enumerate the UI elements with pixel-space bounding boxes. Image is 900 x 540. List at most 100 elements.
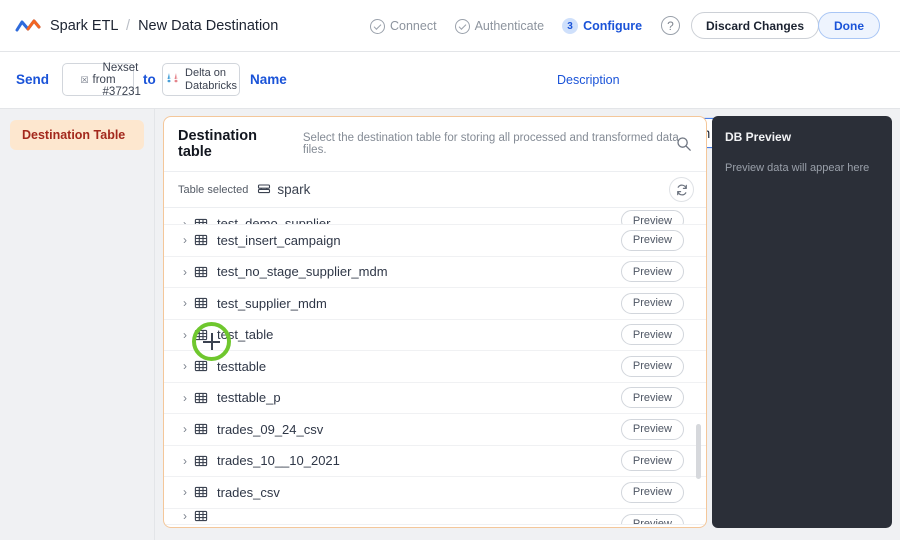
table-row-name: testtable_p bbox=[217, 390, 281, 406]
table-grid-icon bbox=[194, 485, 208, 499]
breadcrumb-current: New Data Destination bbox=[138, 17, 279, 34]
db-preview-empty-text: Preview data will appear here bbox=[725, 162, 870, 174]
table-row[interactable]: › Preview bbox=[164, 509, 706, 525]
table-row[interactable]: › trades_csv Preview bbox=[164, 477, 706, 509]
table-selected-value: spark bbox=[277, 182, 311, 197]
chevron-right-icon[interactable]: › bbox=[178, 454, 192, 468]
preview-button[interactable]: Preview bbox=[620, 418, 684, 440]
destination-chip-text: Delta on Databricks bbox=[185, 67, 237, 92]
table-grid-icon bbox=[194, 454, 208, 468]
table-row[interactable]: › trades_09_24_csv Preview bbox=[164, 414, 706, 446]
chevron-right-icon[interactable]: › bbox=[178, 296, 192, 310]
table-list[interactable]: › test_demo_supplier Preview › test_insert_c… bbox=[164, 208, 706, 527]
preview-button[interactable]: Preview bbox=[620, 481, 684, 503]
page-title: Destination table bbox=[178, 128, 257, 160]
destination-table-panel: Destination table Select the destination… bbox=[163, 116, 707, 528]
table-grid-icon bbox=[194, 391, 208, 405]
step-configure-label: Configure bbox=[583, 19, 643, 33]
panel-subtitle: Select the destination table for storing… bbox=[302, 132, 679, 156]
table-row-name: test_insert_campaign bbox=[217, 232, 341, 248]
discard-changes-button[interactable]: Discard Changes bbox=[691, 12, 820, 39]
table-row-name: test_supplier_mdm bbox=[217, 295, 327, 311]
destination-delta-chip[interactable]: Delta on Databricks bbox=[162, 63, 240, 96]
table-row-name: test_no_stage_supplier_mdm bbox=[217, 264, 388, 280]
table-grid-icon bbox=[194, 509, 208, 523]
table-row[interactable]: › test_supplier_mdm Preview bbox=[164, 288, 706, 320]
step-indicator: Connect Authenticate 3 Configure bbox=[370, 0, 642, 52]
table-row-name: test_demo_supplier bbox=[217, 216, 331, 225]
db-preview-title: DB Preview bbox=[725, 130, 792, 144]
chevron-right-icon[interactable]: › bbox=[178, 265, 192, 279]
step-number-badge: 3 bbox=[562, 18, 579, 34]
preview-button[interactable]: Preview bbox=[620, 292, 684, 314]
table-row[interactable]: › testtable Preview bbox=[164, 351, 706, 383]
flow-config-bar: Send ☒ Nexset from #37231 to Delta on Da… bbox=[0, 52, 900, 148]
step-connect-label: Connect bbox=[390, 19, 437, 33]
refresh-icon[interactable] bbox=[669, 177, 694, 202]
delta-databricks-icon bbox=[165, 70, 181, 90]
step-authenticate-label: Authenticate bbox=[474, 19, 545, 33]
table-row[interactable]: › test_no_stage_supplier_mdm Preview bbox=[164, 257, 706, 288]
vertical-scrollbar-thumb[interactable] bbox=[696, 424, 701, 479]
nexset-icon: ☒ bbox=[80, 74, 89, 85]
step-connect[interactable]: Connect bbox=[370, 18, 437, 34]
table-selected-bar: Table selected spark bbox=[164, 172, 706, 208]
preview-button[interactable]: Preview bbox=[620, 210, 684, 224]
preview-button[interactable]: Preview bbox=[620, 229, 684, 251]
table-selected-label: Table selected bbox=[178, 183, 249, 196]
preview-button[interactable]: Preview bbox=[620, 261, 684, 283]
table-row[interactable]: › test_demo_supplier Preview bbox=[164, 208, 706, 225]
table-row-name: trades_09_24_csv bbox=[217, 421, 324, 437]
table-grid-icon bbox=[194, 359, 208, 373]
check-circle-icon bbox=[454, 18, 470, 34]
source-nexset-chip[interactable]: ☒ Nexset from #37231 bbox=[62, 61, 141, 98]
table-row[interactable]: › trades_10__10_2021 Preview bbox=[164, 446, 706, 477]
check-circle-icon bbox=[370, 18, 385, 34]
chevron-right-icon[interactable]: › bbox=[178, 328, 192, 342]
panel-header: Destination table Select the destination… bbox=[164, 117, 706, 172]
breadcrumb: Spark ETL / New Data Destination bbox=[50, 18, 278, 34]
app-root: Spark ETL / New Data Destination Connect… bbox=[0, 0, 900, 540]
table-grid-icon bbox=[194, 328, 208, 342]
preview-button[interactable]: Preview bbox=[620, 324, 684, 346]
chevron-right-icon[interactable]: › bbox=[178, 233, 192, 247]
chevron-right-icon[interactable]: › bbox=[178, 391, 192, 405]
sidebar-item-destination-table[interactable]: Destination Table bbox=[10, 120, 144, 150]
source-chip-line-top: Nexset bbox=[102, 61, 139, 74]
preview-button[interactable]: Preview bbox=[620, 387, 684, 409]
sidebar-item-label: Destination Table bbox=[22, 128, 126, 142]
table-row[interactable]: › testtable_p Preview bbox=[164, 383, 706, 414]
table-row[interactable]: › test_table Preview bbox=[164, 320, 706, 351]
done-button[interactable]: Done bbox=[818, 12, 880, 39]
table-grid-icon bbox=[194, 233, 208, 247]
search-icon[interactable] bbox=[676, 136, 692, 157]
help-glyph: ? bbox=[667, 18, 674, 33]
table-grid-icon bbox=[194, 296, 208, 310]
table-row-name: trades_csv bbox=[217, 484, 280, 500]
chevron-right-icon[interactable]: › bbox=[178, 217, 192, 224]
table-grid-icon bbox=[194, 217, 208, 224]
chevron-right-icon[interactable]: › bbox=[178, 485, 192, 499]
preview-button[interactable]: Preview bbox=[620, 513, 684, 524]
nexla-zigzag-logo-icon[interactable] bbox=[14, 16, 42, 36]
table-row-name: test_table bbox=[217, 327, 274, 343]
to-label: to bbox=[143, 72, 156, 87]
destination-chip-line2: Databricks bbox=[185, 79, 237, 92]
question-mark-circle-icon[interactable]: ? bbox=[661, 16, 680, 35]
send-label: Send bbox=[16, 72, 50, 87]
left-sidebar: Destination Table bbox=[0, 109, 155, 540]
preview-button[interactable]: Preview bbox=[620, 355, 684, 377]
description-label: Description bbox=[557, 73, 620, 87]
table-row-name: testtable bbox=[217, 358, 267, 374]
table-row-name: trades_10__10_2021 bbox=[217, 453, 340, 469]
top-header: Spark ETL / New Data Destination Connect… bbox=[0, 0, 900, 52]
step-authenticate[interactable]: Authenticate bbox=[454, 18, 545, 34]
chevron-right-icon[interactable]: › bbox=[178, 359, 192, 373]
breadcrumb-brand[interactable]: Spark ETL bbox=[50, 18, 118, 34]
name-label: Name bbox=[250, 72, 287, 87]
chevron-right-icon[interactable]: › bbox=[178, 509, 192, 523]
table-row[interactable]: › test_insert_campaign Preview bbox=[164, 225, 706, 257]
preview-button[interactable]: Preview bbox=[620, 450, 684, 472]
chevron-right-icon[interactable]: › bbox=[178, 422, 192, 436]
step-configure[interactable]: 3 Configure bbox=[562, 18, 642, 34]
